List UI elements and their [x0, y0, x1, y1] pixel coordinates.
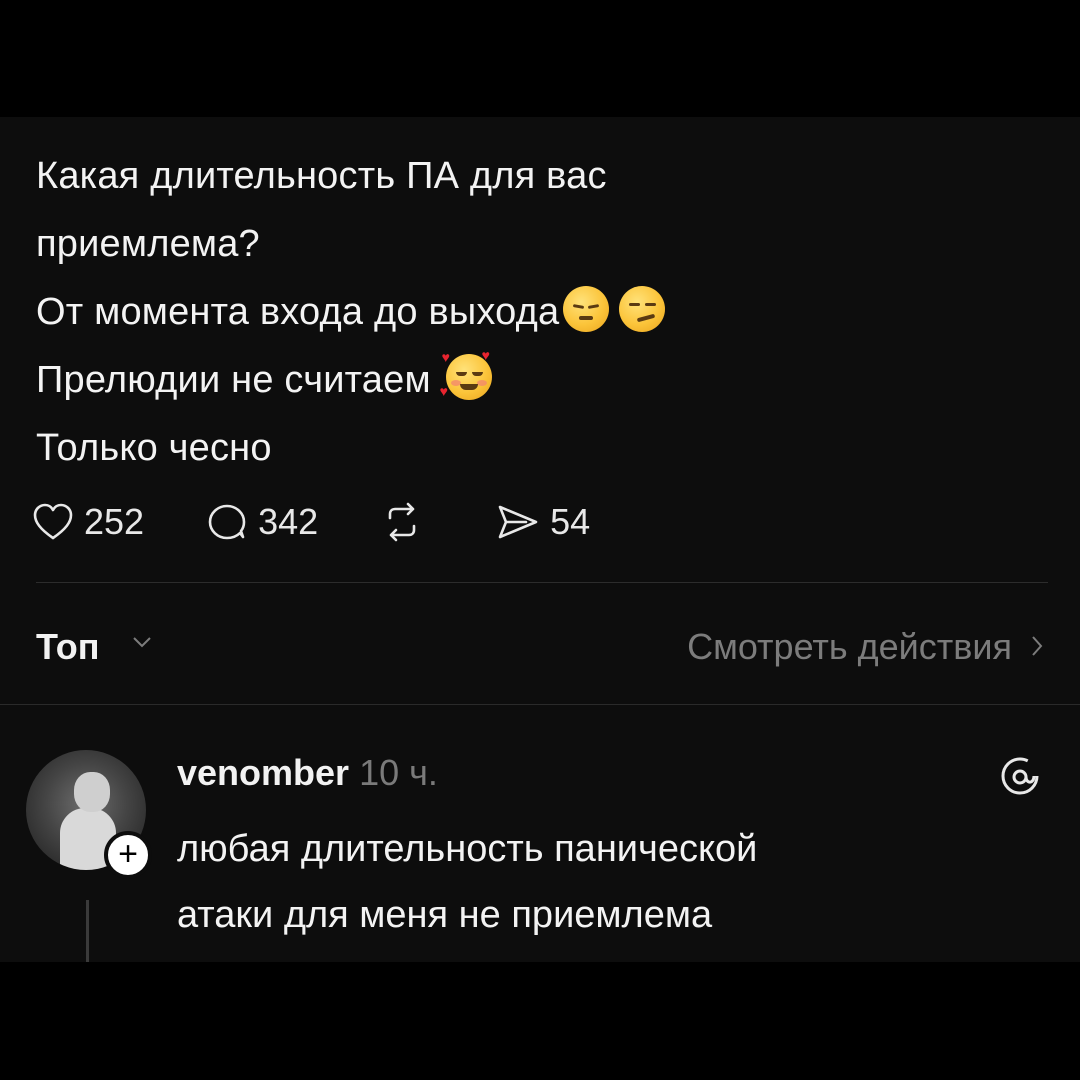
like-button[interactable]: 252: [32, 501, 144, 543]
post-line: От момента входа до выхода: [36, 278, 666, 346]
sort-bar: Топ Смотреть действия: [36, 620, 1044, 670]
view-activity-link[interactable]: Смотреть действия: [687, 626, 1012, 668]
smirking-face-icon: [619, 286, 666, 332]
reply-line: любая длительность панической: [177, 828, 758, 870]
timestamp: 10 ч.: [359, 752, 438, 793]
post-line: Прелюдии не считаем ♥ ♥ ♥: [36, 347, 492, 401]
avatar-figure-head: [74, 772, 110, 812]
like-count: 252: [84, 501, 145, 542]
reply-body: любая длительность панической атаки для …: [177, 816, 757, 948]
comment-button[interactable]: 342: [206, 501, 318, 543]
thread-connector-line: [86, 900, 89, 962]
threads-logo-icon: [1001, 757, 1039, 795]
comment-bubble-icon: [208, 504, 246, 540]
post-line: Только чесно: [36, 427, 272, 469]
chevron-down-icon[interactable]: [131, 634, 153, 650]
share-button[interactable]: 54: [496, 501, 590, 543]
heart-icon: [33, 503, 73, 540]
chevron-right-icon[interactable]: [1030, 634, 1044, 658]
username[interactable]: venomber: [177, 752, 349, 793]
comment-count: 342: [258, 501, 319, 542]
post-line: приемлема?: [36, 223, 260, 265]
post-line: Какая длительность ПА для вас: [36, 155, 607, 197]
smiling-face-with-hearts-icon: ♥ ♥ ♥: [439, 347, 492, 400]
follow-plus-button[interactable]: +: [104, 831, 152, 879]
post-actions: 252 342 54: [32, 500, 652, 544]
reply-header: venomber 10 ч.: [177, 752, 438, 794]
sort-dropdown[interactable]: Топ: [36, 626, 99, 668]
post-body: Какая длительность ПА для вас приемлема?…: [36, 142, 666, 482]
repost-button[interactable]: [380, 502, 434, 542]
share-count: 54: [550, 501, 591, 542]
reply-line: атаки для меня не приемлема: [177, 894, 713, 936]
relieved-face-icon: [563, 286, 610, 332]
divider: [36, 582, 1048, 583]
send-icon: [498, 505, 538, 539]
divider: [0, 704, 1080, 705]
repost-icon: [388, 502, 416, 542]
